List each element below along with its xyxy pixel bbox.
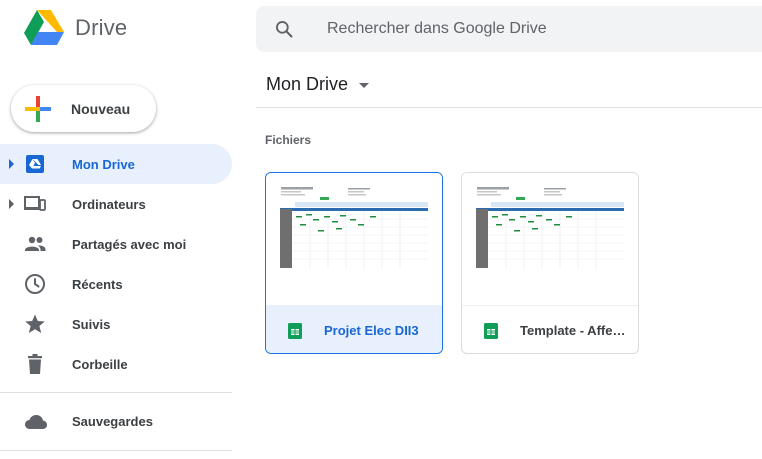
sidebar-nav: Mon Drive Ordinateurs Partagés avec moi … xyxy=(0,144,232,384)
file-card[interactable]: Template - Affectation xyxy=(461,172,639,354)
dropdown-arrow-icon[interactable] xyxy=(359,83,370,88)
page-title[interactable]: Mon Drive xyxy=(266,74,370,95)
star-icon xyxy=(25,314,45,333)
sidebar-item-label: Partagés avec moi xyxy=(72,236,187,252)
file-card-footer: Projet Elec DII3 xyxy=(266,305,442,353)
computers-icon xyxy=(24,196,46,211)
sidebar-item-my-drive[interactable]: Mon Drive xyxy=(0,144,232,184)
file-card[interactable]: Projet Elec DII3 xyxy=(265,172,443,354)
sidebar-item-recent[interactable]: Récents xyxy=(0,264,232,304)
sidebar-item-label: Suivis xyxy=(72,316,111,332)
drive-logo[interactable]: Drive xyxy=(24,10,127,45)
sidebar-item-trash[interactable]: Corbeille xyxy=(0,344,232,384)
spreadsheet-icon xyxy=(288,322,302,339)
expand-caret-icon[interactable] xyxy=(9,159,14,169)
new-button[interactable]: Nouveau xyxy=(11,85,156,132)
sidebar-item-label: Récents xyxy=(72,276,123,292)
app-name: Drive xyxy=(75,14,128,40)
file-thumbnail xyxy=(462,173,638,305)
spreadsheet-icon xyxy=(484,322,498,339)
drive-logo-icon xyxy=(24,10,64,45)
cloud-icon xyxy=(25,415,47,429)
sidebar-item-computers[interactable]: Ordinateurs xyxy=(0,184,232,224)
spreadsheet-preview-image xyxy=(476,187,624,268)
page-title-text: Mon Drive xyxy=(266,74,349,94)
sidebar-item-label: Ordinateurs xyxy=(72,196,146,212)
search-bar[interactable] xyxy=(256,6,762,52)
file-card-footer: Template - Affectation xyxy=(462,305,638,353)
trash-icon xyxy=(28,354,42,374)
clock-icon xyxy=(25,274,45,294)
sidebar-item-label: Mon Drive xyxy=(72,156,135,172)
new-button-label: Nouveau xyxy=(71,100,131,117)
shared-icon xyxy=(25,236,46,251)
sidebar-item-backups[interactable]: Sauvegardes xyxy=(0,402,232,442)
sidebar-item-label: Sauvegardes xyxy=(72,414,153,429)
search-icon[interactable] xyxy=(274,19,294,39)
header-divider xyxy=(256,107,762,108)
sidebar-item-starred[interactable]: Suivis xyxy=(0,304,232,344)
file-name: Projet Elec DII3 xyxy=(324,323,419,338)
my-drive-icon xyxy=(26,155,44,173)
sidebar-divider xyxy=(0,450,232,451)
spreadsheet-preview-image xyxy=(280,187,428,268)
file-thumbnail xyxy=(266,173,442,305)
plus-icon xyxy=(25,95,51,122)
file-name: Template - Affectation xyxy=(520,323,632,338)
sidebar-item-label: Corbeille xyxy=(72,356,128,372)
search-input[interactable] xyxy=(327,20,707,38)
section-label: Fichiers xyxy=(265,133,312,147)
expand-caret-icon[interactable] xyxy=(9,199,14,209)
sidebar-divider xyxy=(0,392,232,393)
sidebar-item-shared[interactable]: Partagés avec moi xyxy=(0,224,232,264)
